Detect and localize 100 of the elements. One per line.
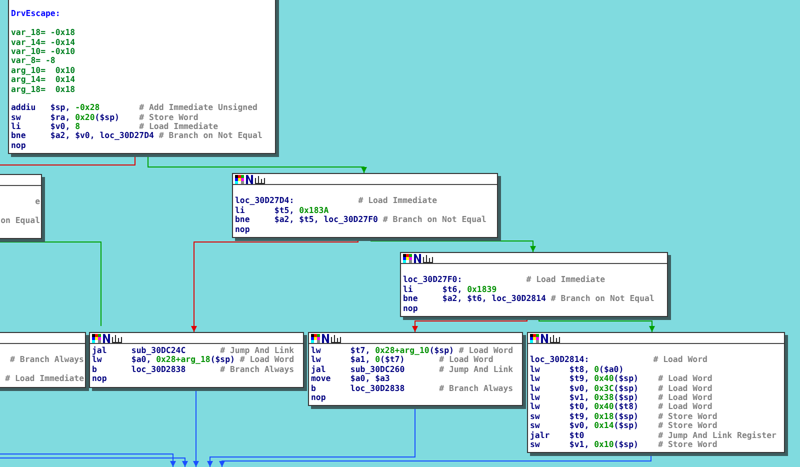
- graph-icon[interactable]: [423, 254, 433, 262]
- instruction-operands: $t8, 0($a0): [569, 364, 625, 374]
- instruction-mnemonic: nop: [403, 304, 419, 313]
- code-comment: # Jump And Link Register: [658, 430, 776, 440]
- code-comment: # Store Word: [139, 112, 198, 122]
- code-comment: on Equal: [0, 216, 40, 226]
- code-comment: # Load Immediate: [358, 196, 438, 206]
- instruction-operands: $t5, 0x183A: [274, 206, 330, 216]
- code-comment: # Load Immediate: [5, 374, 84, 384]
- instruction-operands: loc_30D2838: [131, 364, 186, 374]
- code-comment: # Branch on Not Equal: [550, 294, 654, 304]
- code-label: loc_30D27D4:: [235, 196, 296, 206]
- code-comment: # Load Immediate: [526, 275, 606, 285]
- instruction-operands: $v0, 0x3C($sp): [569, 384, 640, 393]
- code-comment: # Jump And Link: [220, 346, 294, 356]
- instruction-mnemonic: sw: [530, 421, 541, 431]
- instruction-operands: $t0, 0x40($t8): [569, 402, 640, 412]
- n-icon[interactable]: [541, 334, 548, 342]
- code-comment: e: [35, 197, 40, 207]
- instruction-operands: $a0, 0x28+arg_18($sp): [131, 355, 235, 365]
- instruction-operands: sub_30DC24C: [131, 346, 186, 356]
- instruction-mnemonic: addiu: [11, 103, 37, 113]
- graph-icon[interactable]: [550, 334, 560, 342]
- instruction-mnemonic: lw: [530, 392, 541, 402]
- code-comment: # Load Word: [240, 355, 294, 365]
- instruction-mnemonic: move: [311, 374, 332, 384]
- code-comment: # Add Immediate Unsigned: [139, 103, 258, 113]
- n-icon[interactable]: [414, 254, 421, 262]
- instruction-mnemonic: nop: [311, 392, 327, 402]
- instruction-mnemonic: nop: [11, 140, 27, 150]
- code-comment: # Jump And Link: [439, 364, 514, 374]
- instruction-operands: $t9, 0x18($sp): [569, 412, 640, 421]
- code-comment: # Load Word: [658, 374, 712, 384]
- variable-declaration: var_14= -0x14: [11, 38, 76, 47]
- instruction-mnemonic: lw: [530, 364, 540, 374]
- instruction-operands: loc_30D2838: [350, 384, 406, 393]
- instruction-mnemonic: li: [235, 206, 245, 216]
- instruction-mnemonic: lw: [311, 346, 322, 356]
- instruction-mnemonic: li: [11, 122, 22, 132]
- instruction-operands: $a1, 0($t7): [350, 355, 405, 365]
- instruction-mnemonic: jal: [311, 364, 327, 374]
- code-label: loc_30D27F0:: [403, 275, 464, 285]
- color-grid-icon[interactable]: [235, 174, 244, 184]
- instruction-operands: $a2, $t5, loc_30D27F0: [274, 215, 378, 225]
- function-name: DrvEscape:: [11, 9, 60, 19]
- n-icon[interactable]: [103, 334, 110, 342]
- code-comment: # Load Word: [658, 384, 712, 393]
- n-icon[interactable]: [322, 334, 329, 342]
- variable-declaration: var_10= -0x10: [11, 46, 76, 56]
- instruction-mnemonic: lw: [92, 355, 102, 365]
- instruction-mnemonic: lw: [311, 355, 322, 365]
- color-grid-icon[interactable]: [403, 254, 412, 262]
- graph-icon[interactable]: [331, 334, 341, 342]
- code-comment: # Load Word: [653, 355, 708, 365]
- instruction-mnemonic: sw: [11, 112, 22, 122]
- instruction-operands: $t9, 0x40($sp): [569, 374, 640, 384]
- graph-icon[interactable]: [112, 334, 122, 342]
- instruction-operands: $sp, -0x28: [50, 103, 101, 113]
- instruction-mnemonic: li: [403, 284, 413, 294]
- instruction-mnemonic: lw: [530, 384, 541, 393]
- instruction-operands: sub_30DC260: [350, 364, 406, 374]
- instruction-mnemonic: bne: [235, 215, 251, 225]
- instruction-mnemonic: sw: [530, 412, 541, 422]
- instruction-operands: $a2, $t6, loc_30D2814: [442, 294, 546, 304]
- variable-declaration: arg_18= 0x18: [11, 84, 76, 94]
- code-comment: # Store Word: [658, 440, 718, 450]
- instruction-mnemonic: sw: [530, 440, 540, 450]
- instruction-mnemonic: b: [92, 364, 98, 374]
- instruction-mnemonic: bne: [11, 131, 27, 141]
- instruction-operands: $t6, 0x1839: [442, 284, 498, 294]
- code-comment: # Store Word: [658, 421, 718, 431]
- code-comment: # Branch on Not Equal: [158, 131, 262, 141]
- code-comment: # Store Word: [658, 412, 718, 422]
- instruction-operands: $a0, $a3: [350, 374, 390, 384]
- instruction-mnemonic: nop: [92, 374, 108, 384]
- variable-declaration: arg_14= 0x14: [11, 75, 76, 85]
- code-comment: # Load Word: [458, 346, 514, 356]
- code-label: loc_30D2814:: [530, 355, 590, 365]
- color-grid-icon[interactable]: [311, 334, 320, 342]
- color-grid-icon[interactable]: [92, 334, 101, 342]
- code-comment: # Load Word: [439, 355, 494, 365]
- instruction-mnemonic: lw: [530, 374, 541, 384]
- instruction-operands: $t7, 0x28+arg_10($sp): [350, 346, 454, 356]
- graph-icon[interactable]: [255, 174, 265, 184]
- instruction-operands: $ra, 0x20($sp): [50, 112, 120, 122]
- instruction-operands: $v1, 0x10($sp): [569, 440, 640, 450]
- code-comment: # Branch Always: [220, 364, 294, 374]
- code-comment: # Branch Always: [439, 384, 514, 393]
- color-grid-icon[interactable]: [530, 334, 539, 342]
- instruction-mnemonic: b: [311, 384, 317, 393]
- variable-declaration: var_18= -0x18: [11, 28, 76, 38]
- variable-declaration: var_8= -8: [11, 56, 56, 66]
- instruction-operands: $v1, 0x38($sp): [569, 392, 640, 402]
- code-comment: # Branch on Not Equal: [382, 215, 486, 225]
- instruction-operands: $v0, 8: [50, 122, 82, 132]
- instruction-mnemonic: jal: [92, 346, 108, 356]
- n-icon[interactable]: [246, 174, 253, 184]
- code-comment: # Load Word: [658, 402, 712, 412]
- instruction-mnemonic: lw: [530, 402, 541, 412]
- instruction-operands: $a2, $v0, loc_30D27D4: [50, 131, 154, 141]
